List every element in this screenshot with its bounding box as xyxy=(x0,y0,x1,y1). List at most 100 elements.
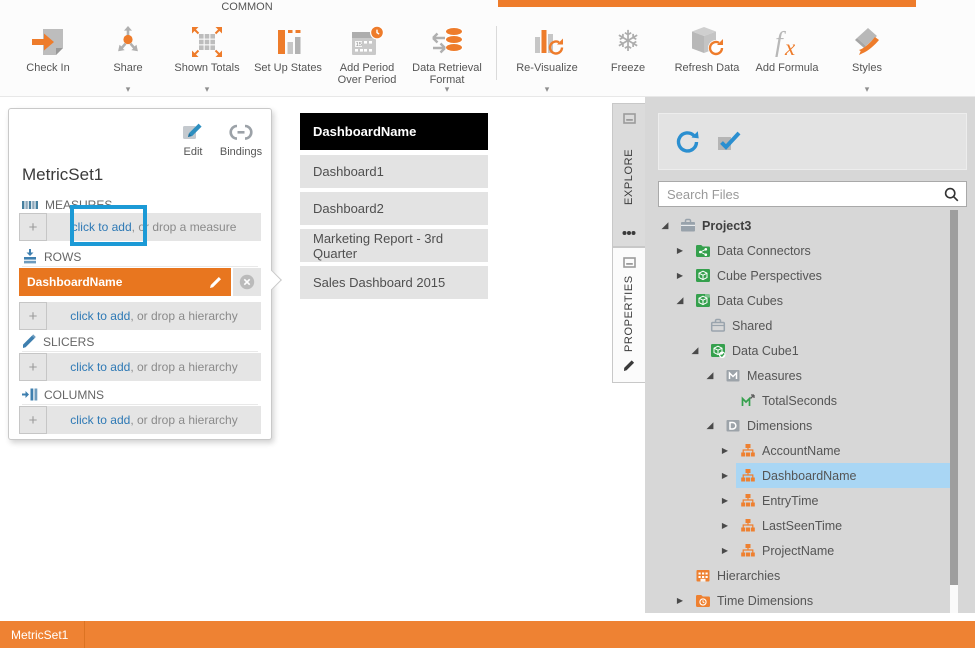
tree-item[interactable]: Shared xyxy=(645,313,975,338)
click-to-add-row-link[interactable]: click to add xyxy=(70,309,130,323)
edit-button[interactable]: Edit xyxy=(169,121,217,158)
ribbon-button-freeze[interactable]: ❄Freeze xyxy=(583,0,673,97)
table-row[interactable]: Dashboard1 xyxy=(300,155,488,188)
expanded-arrow-icon[interactable]: ◢ xyxy=(704,420,716,431)
time-folder-icon xyxy=(695,593,711,608)
scrollbar-thumb[interactable] xyxy=(950,210,958,585)
tree-item[interactable]: ▶DashboardName xyxy=(645,463,975,488)
styles-icon xyxy=(822,23,912,61)
checkout-icon[interactable] xyxy=(716,130,742,154)
dropdown-caret-icon: ▾ xyxy=(83,85,173,94)
table-row[interactable]: Sales Dashboard 2015 xyxy=(300,266,488,299)
edit-item-pencil-icon[interactable] xyxy=(209,275,223,289)
tree-item[interactable]: ◢Data Cubes xyxy=(645,288,975,313)
explore-toolbar xyxy=(658,113,967,170)
bottom-tab-metricset1[interactable]: MetricSet1 xyxy=(0,621,85,648)
drop-column-hint: , or drop a hierarchy xyxy=(130,413,237,427)
tree-item[interactable]: Hierarchies xyxy=(645,563,975,588)
search-input[interactable] xyxy=(659,187,944,202)
slicers-drop-zone[interactable]: + click to add, or drop a hierarchy xyxy=(19,353,261,381)
ribbon-button-refresh-data[interactable]: Refresh Data xyxy=(662,0,752,97)
click-to-add-slicer-link[interactable]: click to add xyxy=(70,360,130,374)
scrollbar-track[interactable] xyxy=(950,585,958,613)
tree-item[interactable]: ◢ Dimensions xyxy=(645,413,975,438)
add-slicer-button[interactable]: + xyxy=(19,353,47,381)
ribbon-button-re-visualize[interactable]: Re-Visualize▾ xyxy=(502,0,592,97)
tree-item[interactable]: ▶ EntryTime xyxy=(645,488,975,513)
columns-drop-text: click to add, or drop a hierarchy xyxy=(47,413,261,427)
expanded-arrow-icon[interactable]: ◢ xyxy=(659,220,671,231)
ribbon-button-set-up-states[interactable]: Set Up States xyxy=(243,0,333,97)
add-row-button[interactable]: + xyxy=(19,302,47,330)
collapsed-arrow-icon[interactable]: ▶ xyxy=(719,546,731,555)
hierarchy-icon xyxy=(740,493,756,508)
collapsed-arrow-icon[interactable]: ▶ xyxy=(719,471,731,480)
rows-heading-label: ROWS xyxy=(44,250,81,264)
add-measure-button[interactable]: + xyxy=(19,213,47,241)
click-to-add-column-link[interactable]: click to add xyxy=(70,413,130,427)
columns-drop-zone[interactable]: + click to add, or drop a hierarchy xyxy=(19,406,261,434)
tab-properties[interactable]: PROPERTIES xyxy=(612,247,645,383)
collapsed-arrow-icon[interactable]: ▶ xyxy=(719,521,731,530)
cube-check-icon xyxy=(710,343,726,358)
ribbon-toolbar: COMMON Check InShare▾Shown Totals▾Set Up… xyxy=(0,0,975,97)
tree-item-content: EntryTime xyxy=(736,488,823,513)
tree-item-content: Dimensions xyxy=(721,413,816,438)
ribbon-button-label: Set Up States xyxy=(243,62,333,74)
ribbon-button-data-retrieval[interactable]: Data Retrieval Format▾ xyxy=(402,0,492,97)
tree-item[interactable]: ▶LastSeenTime xyxy=(645,513,975,538)
ribbon-button-label: Add Period Over Period xyxy=(322,62,412,86)
ribbon-button-styles[interactable]: Styles▾ xyxy=(822,0,912,97)
dropdown-caret-icon: ▾ xyxy=(822,85,912,94)
ribbon-divider xyxy=(496,26,497,80)
rows-drop-text: click to add, or drop a hierarchy xyxy=(47,309,261,323)
remove-item-button[interactable] xyxy=(233,268,261,296)
table-row[interactable]: Marketing Report - 3rd Quarter xyxy=(300,229,488,262)
tree-item[interactable]: TotalSeconds xyxy=(645,388,975,413)
collapsed-arrow-icon[interactable]: ▶ xyxy=(719,496,731,505)
drop-row-hint: , or drop a hierarchy xyxy=(130,309,237,323)
drop-slicer-hint: , or drop a hierarchy xyxy=(130,360,237,374)
ribbon-button-check-in[interactable]: Check In xyxy=(3,0,93,97)
tree-item[interactable]: ◢ Data Cube1 xyxy=(645,338,975,363)
collapsed-arrow-icon[interactable]: ▶ xyxy=(674,271,686,280)
tab-explore[interactable]: EXPLORE xyxy=(612,103,645,247)
ribbon-button-shown-totals[interactable]: Shown Totals▾ xyxy=(162,0,252,97)
collapsed-arrow-icon[interactable]: ▶ xyxy=(719,446,731,455)
bindings-button[interactable]: Bindings xyxy=(217,121,265,158)
ribbon-button-share[interactable]: Share▾ xyxy=(83,0,173,97)
expanded-arrow-icon[interactable]: ◢ xyxy=(704,370,716,381)
tree-item[interactable]: ▶ProjectName xyxy=(645,538,975,563)
table-row[interactable]: Dashboard2 xyxy=(300,192,488,225)
window-icon xyxy=(623,257,636,268)
slicers-section-heading: SLICERS xyxy=(22,332,258,352)
click-to-add-measure-link[interactable]: click to add xyxy=(72,220,132,234)
ribbon-button-add-period[interactable]: 15Add Period Over Period xyxy=(322,0,412,97)
data-retrieval-icon xyxy=(402,23,492,61)
ribbon-button-add-formula[interactable]: fxAdd Formula xyxy=(742,0,832,97)
search-icon[interactable] xyxy=(944,187,959,202)
measure-m-icon xyxy=(740,393,756,408)
ribbon-button-label: Shown Totals xyxy=(162,62,252,74)
collapsed-arrow-icon[interactable]: ▶ xyxy=(674,246,686,255)
measures-drop-zone[interactable]: + click to add, or drop a measure xyxy=(19,213,261,241)
tree-item-content: AccountName xyxy=(736,438,845,463)
tree-item[interactable]: ▶ Cube Perspectives xyxy=(645,263,975,288)
tree-item-label: Project3 xyxy=(702,219,751,233)
rows-item-dashboardname[interactable]: DashboardName xyxy=(19,268,231,296)
add-column-button[interactable]: + xyxy=(19,406,47,434)
tree-item[interactable]: ▶Data Connectors xyxy=(645,238,975,263)
rows-section-heading: ROWS xyxy=(22,247,258,267)
tree-item[interactable]: ▶Time Dimensions xyxy=(645,588,975,613)
tree-item-content: Cube Perspectives xyxy=(691,263,826,288)
expanded-arrow-icon[interactable]: ◢ xyxy=(674,295,686,306)
tree-item[interactable]: ◢Measures xyxy=(645,363,975,388)
refresh-icon[interactable] xyxy=(675,130,701,154)
collapsed-arrow-icon[interactable]: ▶ xyxy=(674,596,686,605)
rows-drop-zone[interactable]: + click to add, or drop a hierarchy xyxy=(19,302,261,330)
table-header-dashboardname[interactable]: DashboardName xyxy=(300,113,488,150)
tree-item-content: Data Cube1 xyxy=(706,338,803,363)
tree-item[interactable]: ◢ Project3 xyxy=(645,213,975,238)
expanded-arrow-icon[interactable]: ◢ xyxy=(689,345,701,356)
tree-item[interactable]: ▶ AccountName xyxy=(645,438,975,463)
